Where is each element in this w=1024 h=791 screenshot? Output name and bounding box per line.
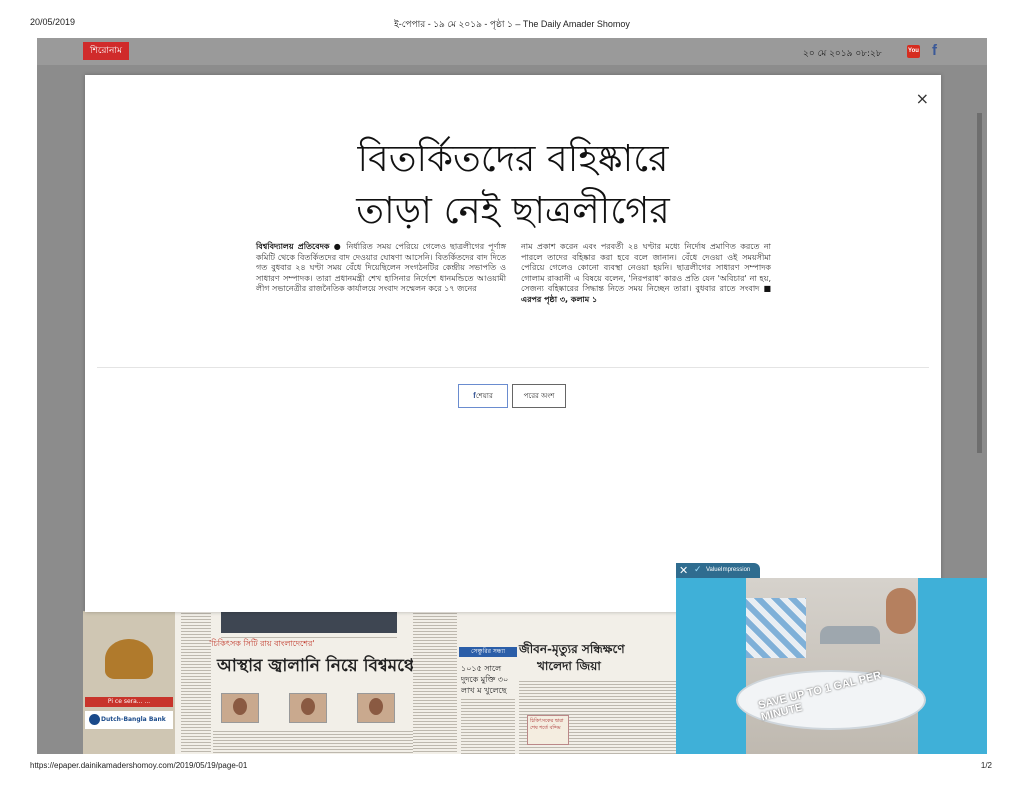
- scrollbar-thumb[interactable]: [977, 113, 982, 453]
- headlines-button[interactable]: শিরোনাম: [83, 42, 129, 60]
- article-clip-modal: × বিতর্কিতদের বহিষ্কারে তাড়া নেই ছাত্রল…: [85, 75, 941, 612]
- side-headline: ১০১৫ সালে দুদকে মুক্তি ৩০ লাখ ম খুলেছে: [461, 664, 509, 695]
- epaper-page: শিরোনাম ২০ মে ২০১৯ ০৮:২৮ You f Pi ce ser…: [37, 38, 987, 754]
- topbar-datetime: ২০ মে ২০১৯ ০৮:২৮: [803, 49, 882, 59]
- clip-right-text: নাম প্রকাশ করেন এবং পরবর্তী ২৪ ঘণ্টার মধ…: [521, 242, 771, 293]
- ad-provider-label[interactable]: ValueImpression: [676, 563, 760, 578]
- modal-divider: [97, 367, 929, 368]
- section-tab: সেঞ্চুরির সন্ধ্যা: [459, 647, 517, 657]
- tile-wall: [746, 598, 806, 658]
- clip-headline-line1: বিতর্কিতদের বহিষ্কারে: [357, 137, 669, 180]
- lamp-image: [105, 639, 153, 679]
- text-column: [181, 611, 211, 754]
- youtube-icon[interactable]: You: [907, 45, 920, 58]
- print-page-number: 1/2: [980, 761, 992, 770]
- clip-headline-line2: তাড়া নেই ছাত্রলীগের: [356, 189, 670, 232]
- clip-left-column: বিশ্ববিদ্যালয় প্রতিবেদক ● নির্ধারিত সময…: [256, 242, 506, 295]
- newspaper-page-preview[interactable]: Pi ce sera... ... Dutch-Bangla Bank 'চিক…: [83, 611, 687, 754]
- video-ad-player[interactable]: SAVE UP TO 1 GAL PER MINUTE: [676, 578, 987, 754]
- bank-ad-label: Dutch-Bangla Bank: [101, 716, 166, 723]
- feature-headline-line1: জীবন-মৃত্যুর সন্ধিক্ষণে: [519, 642, 625, 656]
- clip-right-column: নাম প্রকাশ করেন এবং পরবর্তী ২৪ ঘণ্টার মধ…: [521, 242, 771, 305]
- feature-headline: জীবন-মৃত্যুর সন্ধিক্ষণে খালেদা জিয়া: [519, 641, 625, 675]
- hand-image: [886, 588, 916, 634]
- print-url: https://epaper.dainikamadershomoy.com/20…: [30, 761, 248, 770]
- article-headline: আস্থার জ্বালানি নিয়ে বিশ্বমঞ্চে: [217, 656, 419, 676]
- print-page-title: ই-পেপার - ১৯ মে ২০১৯ - পৃষ্ঠা ১ – The Da…: [394, 19, 630, 29]
- ad-column: Pi ce sera... ... Dutch-Bangla Bank: [83, 611, 175, 754]
- facebook-icon[interactable]: f: [932, 42, 937, 59]
- bank-ad: Dutch-Bangla Bank: [85, 711, 173, 729]
- faucet-image: [820, 626, 880, 644]
- boxed-note: চিকিৎসকের দ্বারা শেষ শর্তে বন্দিম: [527, 715, 569, 745]
- portrait-photo: [221, 693, 259, 723]
- news-photo: [221, 611, 397, 633]
- ad-check-icon: ✓: [694, 565, 702, 575]
- article-strap: 'চিকিৎসক সিটি রায় বাংলাদেশের': [209, 639, 315, 648]
- share-button-label: শেয়ার: [475, 392, 493, 400]
- next-part-button[interactable]: পরের অংশ: [512, 384, 566, 408]
- portrait-photo: [289, 693, 327, 723]
- bank-logo-icon: [89, 714, 100, 725]
- video-frame: [736, 578, 926, 754]
- feature-headline-line2: খালেদা জিয়া: [537, 659, 601, 673]
- ad-close-icon[interactable]: ✕: [679, 563, 688, 578]
- top-bar: শিরোনাম ২০ মে ২০১৯ ০৮:২৮ You f: [37, 38, 987, 65]
- ad-red-banner: Pi ce sera... ...: [85, 697, 173, 707]
- close-icon[interactable]: ×: [916, 89, 929, 108]
- clip-byline: বিশ্ববিদ্যালয় প্রতিবেদক ●: [256, 242, 343, 251]
- facebook-share-button[interactable]: fশেয়ার: [458, 384, 508, 408]
- text-column: [413, 611, 457, 754]
- article-clip: বিতর্কিতদের বহিষ্কারে তাড়া নেই ছাত্রলীগ…: [251, 135, 775, 369]
- text-column: [461, 697, 515, 754]
- portrait-photo: [357, 693, 395, 723]
